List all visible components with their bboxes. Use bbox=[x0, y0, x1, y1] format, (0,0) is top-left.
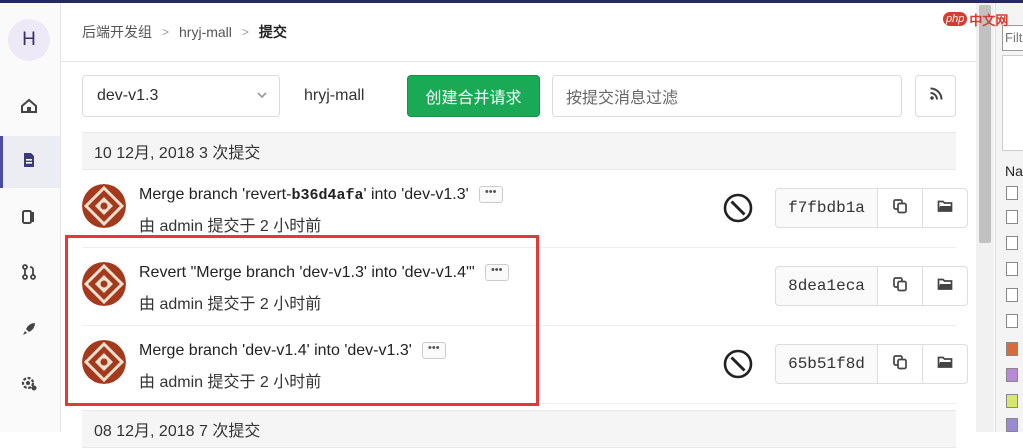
copy-sha-button[interactable] bbox=[878, 266, 923, 306]
commit-title-text: ' into 'dev-v1.3' bbox=[363, 186, 469, 203]
breadcrumb-project[interactable]: hryj-mall bbox=[179, 24, 232, 40]
side-panel-column-label[interactable]: Na bbox=[1005, 163, 1023, 179]
commit-title-text: Merge branch 'revert- bbox=[139, 186, 292, 203]
browse-files-button[interactable] bbox=[923, 344, 968, 384]
watermark-text: 中文网 bbox=[969, 12, 1009, 28]
toggle-description-button[interactable]: ••• bbox=[421, 342, 446, 360]
chevron-down-icon bbox=[255, 88, 269, 107]
scrollbar-thumb[interactable] bbox=[979, 5, 991, 243]
breadcrumb-separator: > bbox=[241, 25, 249, 39]
breadcrumb-divider bbox=[61, 61, 976, 62]
commit-title-text: Merge branch 'dev-v1.4' into 'dev-v1.3' bbox=[139, 342, 412, 359]
browse-files-button[interactable] bbox=[923, 188, 968, 228]
commit-sha-group: 8dea1eca bbox=[775, 266, 968, 306]
branch-select-value: dev-v1.3 bbox=[97, 87, 159, 104]
branch-select[interactable]: dev-v1.3 bbox=[82, 75, 280, 117]
commit-sha[interactable]: 65b51f8d bbox=[775, 344, 878, 384]
create-merge-request-button[interactable]: 创建合并请求 bbox=[407, 75, 540, 117]
commit-row: Merge branch 'dev-v1.4' into 'dev-v1.3' •… bbox=[82, 326, 968, 404]
commit-title[interactable]: Merge branch 'dev-v1.4' into 'dev-v1.3' •… bbox=[139, 342, 446, 360]
merge-request-icon[interactable] bbox=[14, 257, 44, 287]
toggle-description-button[interactable]: ••• bbox=[478, 186, 503, 204]
commit-meta: 由 admin 提交于 2 小时前 bbox=[139, 296, 322, 313]
side-panel-preview bbox=[1002, 55, 1023, 151]
commit-meta: 由 admin 提交于 2 小时前 bbox=[139, 218, 322, 235]
commit-sha[interactable]: 8dea1eca bbox=[775, 266, 878, 306]
browse-files-button[interactable] bbox=[923, 266, 968, 306]
commit-row: Merge branch 'revert-b36d4afa' into 'dev… bbox=[82, 170, 968, 248]
image-file-icon[interactable] bbox=[1006, 342, 1018, 356]
commit-author-avatar[interactable] bbox=[82, 184, 126, 228]
commit-row: Revert "Merge branch 'dev-v1.3' into 'de… bbox=[82, 248, 968, 326]
commit-author-avatar[interactable] bbox=[82, 262, 126, 306]
folder-icon bbox=[937, 276, 953, 297]
copy-icon bbox=[892, 276, 908, 297]
file-icon[interactable] bbox=[1006, 210, 1018, 224]
day-header: 10 12月, 2018 3 次提交 bbox=[82, 132, 956, 170]
toggle-description-button[interactable]: ••• bbox=[484, 264, 509, 282]
file-icon[interactable] bbox=[1006, 186, 1018, 200]
file-icon[interactable] bbox=[1006, 288, 1018, 302]
image-file-icon[interactable] bbox=[1006, 418, 1018, 432]
copy-sha-button[interactable] bbox=[878, 188, 923, 228]
pipeline-canceled-icon[interactable] bbox=[722, 348, 754, 380]
document-icon[interactable] bbox=[14, 145, 44, 175]
commit-title-text: Revert "Merge branch 'dev-v1.3' into 'de… bbox=[139, 264, 475, 281]
side-panel: Filt Na bbox=[995, 3, 1023, 432]
project-name: hryj-mall bbox=[304, 87, 365, 104]
pipeline-canceled-icon[interactable] bbox=[722, 192, 754, 224]
project-avatar[interactable]: H bbox=[8, 19, 50, 61]
image-file-icon[interactable] bbox=[1006, 394, 1018, 408]
breadcrumb-separator: > bbox=[162, 25, 170, 39]
commit-sha-group: f7fbdb1a bbox=[775, 188, 968, 228]
issues-icon[interactable] bbox=[14, 202, 44, 232]
site-watermark: php 中文网 bbox=[943, 8, 1008, 30]
commit-title[interactable]: Revert "Merge branch 'dev-v1.3' into 'de… bbox=[139, 264, 509, 282]
breadcrumb-group[interactable]: 后端开发组 bbox=[82, 22, 152, 42]
copy-sha-button[interactable] bbox=[878, 344, 923, 384]
commit-sha[interactable]: f7fbdb1a bbox=[775, 188, 878, 228]
image-file-icon[interactable] bbox=[1006, 368, 1018, 382]
day-header: 08 12月, 2018 7 次提交 bbox=[82, 410, 956, 448]
copy-icon bbox=[892, 198, 908, 219]
folder-icon bbox=[937, 354, 953, 375]
folder-icon bbox=[937, 198, 953, 219]
rss-button[interactable] bbox=[915, 75, 956, 117]
rocket-icon[interactable] bbox=[14, 314, 44, 344]
rss-icon bbox=[928, 86, 944, 107]
watermark-logo: php bbox=[943, 12, 968, 26]
commit-title-code: b36d4afa bbox=[291, 187, 364, 204]
project-sidebar: H bbox=[0, 3, 61, 432]
commits-page: 后端开发组 > hryj-mall > 提交 dev-v1.3 hryj-mal… bbox=[61, 3, 976, 448]
breadcrumb-current[interactable]: 提交 bbox=[259, 22, 287, 42]
file-icon[interactable] bbox=[1006, 262, 1018, 276]
home-icon[interactable] bbox=[14, 91, 44, 121]
commit-meta: 由 admin 提交于 2 小时前 bbox=[139, 374, 322, 391]
copy-icon bbox=[892, 354, 908, 375]
commit-title[interactable]: Merge branch 'revert-b36d4afa' into 'dev… bbox=[139, 186, 503, 204]
commit-sha-group: 65b51f8d bbox=[775, 344, 968, 384]
settings-icon[interactable] bbox=[14, 368, 44, 398]
breadcrumb: 后端开发组 > hryj-mall > 提交 bbox=[82, 22, 287, 42]
commit-author-avatar[interactable] bbox=[82, 340, 126, 384]
file-icon[interactable] bbox=[1006, 236, 1018, 250]
file-icon[interactable] bbox=[1006, 314, 1018, 328]
commit-filter-input[interactable]: 按提交消息过滤 bbox=[552, 75, 902, 117]
